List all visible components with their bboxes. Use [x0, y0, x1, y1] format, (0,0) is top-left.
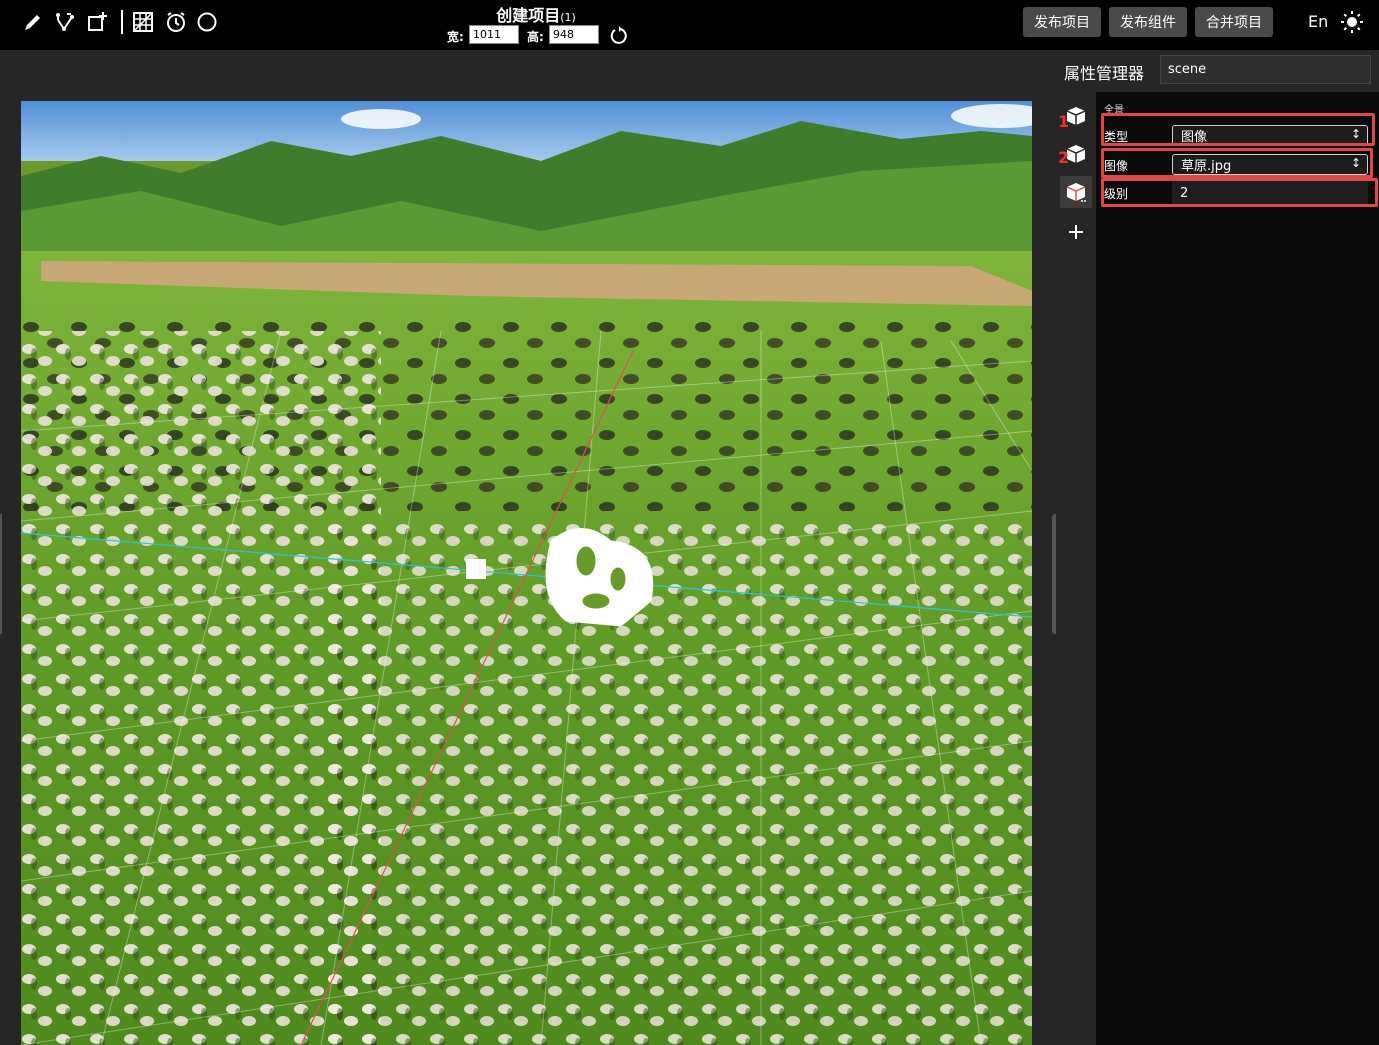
type-select-value: 图像: [1181, 130, 1208, 145]
pencil-icon[interactable]: [20, 9, 46, 35]
scene-canvas[interactable]: [21, 101, 1032, 1045]
add-layer-plus-icon[interactable]: [1060, 216, 1092, 248]
property-manager-title: 属性管理器: [1064, 64, 1145, 83]
left-resize-handle[interactable]: [0, 514, 2, 634]
level-input[interactable]: 2: [1172, 181, 1368, 205]
property-row-image: 图像 草原.jpg ↕: [1096, 150, 1379, 178]
language-toggle[interactable]: En: [1308, 12, 1328, 31]
layer-2-marker: 2: [1058, 148, 1070, 167]
scene-name-input[interactable]: [1160, 55, 1371, 84]
width-input[interactable]: [469, 25, 519, 44]
height-label: 高:: [527, 30, 544, 44]
layer-icon-column: 1 2: [1056, 92, 1096, 1045]
project-title: 创建项目(1): [496, 6, 576, 25]
property-row-level: 级别 2: [1096, 178, 1379, 206]
width-label: 宽:: [447, 30, 464, 44]
panorama-image: [21, 101, 1032, 1045]
top-bar: 创建项目(1) 宽: 高: 发布项目 发布组件 合并项目 En: [0, 0, 1379, 50]
property-row-type: 类型 图像 ↕: [1096, 121, 1379, 149]
publish-project-button[interactable]: 发布项目: [1023, 7, 1101, 37]
toolbar-separator: [121, 10, 123, 34]
sort-arrows-icon: ↕: [1350, 156, 1361, 170]
layer-3-cube-icon[interactable]: [1060, 176, 1092, 208]
property-label: 类型: [1104, 130, 1129, 144]
sun-icon[interactable]: [1339, 9, 1365, 35]
layer-1-marker: 1: [1058, 112, 1070, 131]
grid-icon[interactable]: [130, 9, 156, 35]
timer-icon[interactable]: [163, 9, 189, 35]
image-select[interactable]: 草原.jpg ↕: [1172, 154, 1368, 175]
property-label: 图像: [1104, 159, 1129, 173]
add-layer-icon[interactable]: [84, 9, 110, 35]
property-panel: 全景 类型 图像 ↕ 图像 草原.jpg ↕ 级别 2: [1096, 92, 1379, 1045]
type-select[interactable]: 图像 ↕: [1172, 125, 1368, 146]
image-select-value: 草原.jpg: [1181, 159, 1232, 174]
sort-arrows-icon: ↕: [1350, 127, 1361, 141]
edit-path-icon[interactable]: [52, 9, 78, 35]
property-label: 级别: [1104, 187, 1129, 201]
publish-component-button[interactable]: 发布组件: [1109, 7, 1187, 37]
reset-icon[interactable]: [609, 25, 629, 45]
section-label: 全景: [1104, 105, 1124, 116]
project-count: (1): [560, 11, 576, 24]
circle-icon[interactable]: [194, 9, 220, 35]
height-input[interactable]: [549, 25, 599, 44]
merge-project-button[interactable]: 合并项目: [1195, 7, 1273, 37]
